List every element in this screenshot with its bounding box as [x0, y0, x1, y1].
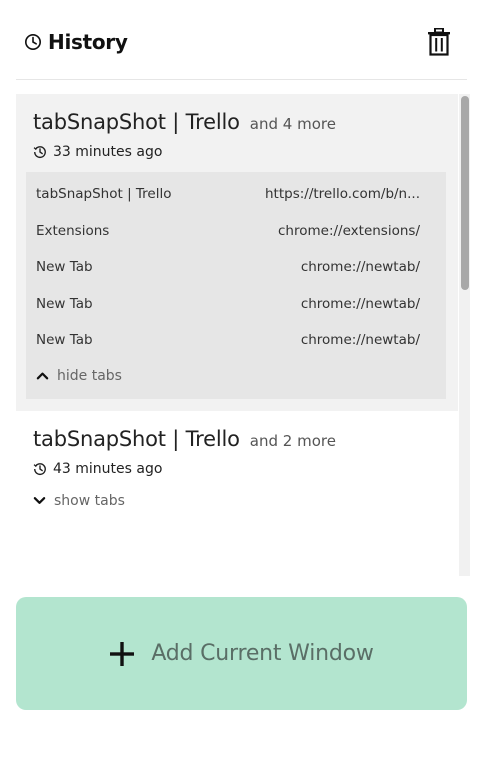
- snapshot-time-text: 43 minutes ago: [53, 460, 163, 477]
- chevron-down-icon: [33, 497, 46, 504]
- trash-icon[interactable]: [427, 28, 451, 56]
- snapshot-title[interactable]: tabSnapShot | Trello and 4 more: [33, 110, 448, 134]
- tab-row[interactable]: tabSnapShot | Trello https://trello.com/…: [26, 176, 446, 213]
- history-list-container[interactable]: tabSnapShot | Trello and 4 more 33 minut…: [16, 94, 470, 576]
- history-title: History: [48, 30, 128, 54]
- chevron-up-icon: [36, 372, 49, 380]
- tab-name: New Tab: [36, 332, 93, 349]
- tab-name: Extensions: [36, 222, 110, 239]
- show-tabs-toggle[interactable]: show tabs: [33, 487, 448, 515]
- tab-row[interactable]: New Tab chrome://newtab/: [26, 249, 446, 286]
- page-title: History: [24, 30, 128, 54]
- snapshot-item[interactable]: tabSnapShot | Trello and 2 more 43 minut…: [16, 411, 458, 527]
- clock-icon: [24, 33, 42, 51]
- history-list: tabSnapShot | Trello and 4 more 33 minut…: [16, 94, 458, 527]
- scrollbar[interactable]: [459, 94, 470, 576]
- tab-url[interactable]: chrome://newtab/: [301, 259, 420, 275]
- add-button-label: Add Current Window: [151, 641, 374, 666]
- snapshot-title-text: tabSnapShot | Trello: [33, 426, 240, 451]
- snapshot-time: 33 minutes ago: [33, 144, 448, 160]
- history-header: History: [16, 18, 467, 80]
- history-clock-icon: [33, 462, 46, 475]
- tab-url[interactable]: https://trello.com/b/n...: [265, 186, 420, 202]
- tab-name: tabSnapShot | Trello: [36, 186, 172, 203]
- scrollbar-thumb[interactable]: [461, 96, 469, 290]
- tab-url[interactable]: chrome://newtab/: [301, 332, 420, 348]
- snapshot-item[interactable]: tabSnapShot | Trello and 4 more 33 minut…: [16, 94, 458, 411]
- tab-row[interactable]: New Tab chrome://newtab/: [26, 286, 446, 323]
- tab-row[interactable]: New Tab chrome://newtab/: [26, 322, 446, 359]
- snapshot-title[interactable]: tabSnapShot | Trello and 2 more: [33, 427, 448, 451]
- snapshot-time-text: 33 minutes ago: [53, 144, 163, 160]
- snapshot-more-count: and 4 more: [249, 115, 336, 133]
- toggle-label: show tabs: [54, 492, 125, 509]
- snapshot-tabs-list: tabSnapShot | Trello https://trello.com/…: [26, 172, 446, 399]
- snapshot-more-count: and 2 more: [249, 431, 336, 450]
- tab-name: New Tab: [36, 295, 93, 312]
- plus-icon: [110, 641, 135, 666]
- toggle-label: hide tabs: [57, 367, 122, 384]
- tab-url[interactable]: chrome://newtab/: [301, 296, 420, 312]
- tab-row[interactable]: Extensions chrome://extensions/: [26, 213, 446, 250]
- tab-url[interactable]: chrome://extensions/: [278, 223, 420, 239]
- snapshot-time: 43 minutes ago: [33, 461, 448, 477]
- add-current-window-button[interactable]: Add Current Window: [16, 597, 467, 710]
- tab-name: New Tab: [36, 259, 93, 276]
- hide-tabs-toggle[interactable]: hide tabs: [26, 359, 446, 393]
- history-clock-icon: [33, 146, 46, 158]
- snapshot-title-text: tabSnapShot | Trello: [33, 110, 240, 134]
